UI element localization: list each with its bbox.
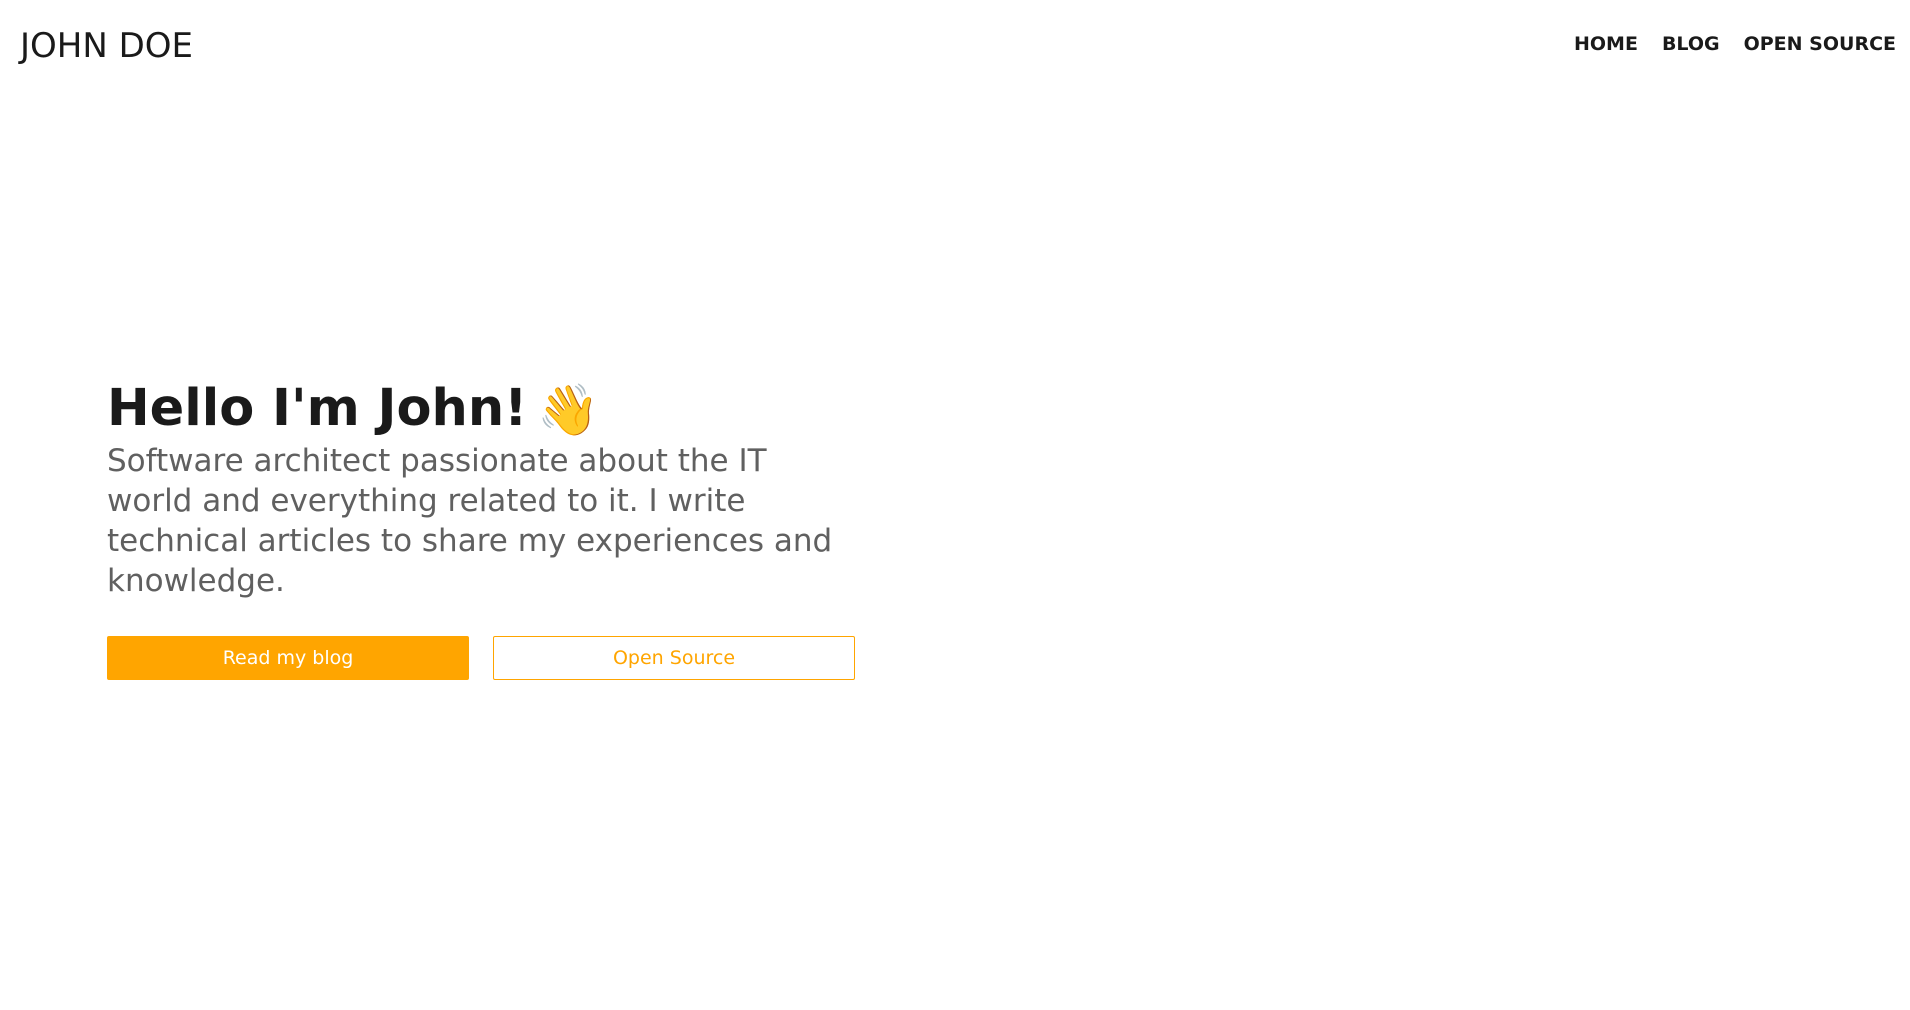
site-header: JOHN DOE HOME BLOG OPEN SOURCE — [0, 0, 1910, 90]
site-title-link[interactable]: JOHN DOE — [20, 26, 193, 66]
open-source-button[interactable]: Open Source — [493, 636, 855, 680]
main-nav: HOME BLOG OPEN SOURCE — [1574, 33, 1896, 55]
nav-link-home[interactable]: HOME — [1574, 33, 1638, 55]
nav-link-open-source[interactable]: OPEN SOURCE — [1744, 33, 1896, 55]
nav-link-blog[interactable]: BLOG — [1662, 33, 1720, 55]
hero-description: Software architect passionate about the … — [107, 443, 833, 599]
hero-buttons: Read my blog Open Source — [107, 636, 855, 680]
hero-heading-text: Hello I'm John! — [107, 379, 528, 438]
page: JOHN DOE HOME BLOG OPEN SOURCE Hello I'm… — [0, 0, 1910, 1010]
read-my-blog-button[interactable]: Read my blog — [107, 636, 469, 680]
hero-section: Hello I'm John! 👋 Software architect pass… — [107, 378, 867, 601]
hero-heading: Hello I'm John! 👋 — [107, 378, 867, 441]
waving-hand-icon: 👋 — [537, 381, 600, 439]
